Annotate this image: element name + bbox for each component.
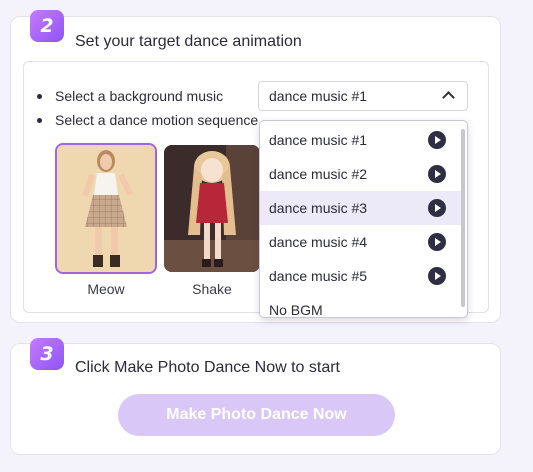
dropdown-option[interactable]: No BGM	[260, 293, 461, 318]
step3-badge: 3	[30, 338, 64, 370]
music-select[interactable]: dance music #1	[258, 81, 468, 111]
dropdown-option-label: dance music #5	[269, 268, 368, 284]
dropdown-option[interactable]: dance music #1	[260, 123, 461, 157]
dropdown-option-label: dance music #3	[269, 200, 368, 216]
dropdown-scrollbar[interactable]	[461, 129, 465, 307]
play-icon[interactable]	[428, 131, 446, 149]
motion-thumb-meow[interactable]	[55, 143, 157, 274]
play-icon[interactable]	[428, 267, 446, 285]
step2-badge: 2	[30, 10, 64, 42]
music-label: Select a background music	[55, 88, 224, 104]
music-select-value: dance music #1	[269, 88, 368, 104]
motion-label-meow: Meow	[87, 281, 125, 297]
dropdown-option[interactable]: dance music #5	[260, 259, 461, 293]
dropdown-option[interactable]: dance music #4	[260, 225, 461, 259]
motion-label-shake: Shake	[192, 281, 232, 297]
bullet-dot	[37, 94, 42, 99]
dropdown-option-label: dance music #1	[269, 132, 368, 148]
motion-label: Select a dance motion sequence	[55, 112, 259, 128]
play-icon[interactable]	[428, 165, 446, 183]
dancer-image	[57, 145, 155, 272]
make-photo-dance-button[interactable]: Make Photo Dance Now	[118, 394, 395, 436]
dropdown-option-label: dance music #4	[269, 234, 368, 250]
dropdown-option-label: dance music #2	[269, 166, 368, 182]
play-icon[interactable]	[428, 233, 446, 251]
play-icon[interactable]	[428, 199, 446, 217]
step2-title: Set your target dance animation	[75, 33, 302, 50]
bullet-dot	[37, 118, 42, 123]
chevron-up-icon	[442, 91, 455, 104]
dropdown-option[interactable]: dance music #2	[260, 157, 461, 191]
motion-thumb-shake[interactable]	[164, 145, 260, 272]
dropdown-option-selected[interactable]: dance music #3	[260, 191, 461, 225]
dancer-image	[164, 145, 260, 272]
music-dropdown-list: dance music #1 dance music #2 dance musi…	[259, 120, 468, 318]
dropdown-option-label: No BGM	[269, 302, 323, 318]
step3-title: Click Make Photo Dance Now to start	[75, 359, 340, 376]
